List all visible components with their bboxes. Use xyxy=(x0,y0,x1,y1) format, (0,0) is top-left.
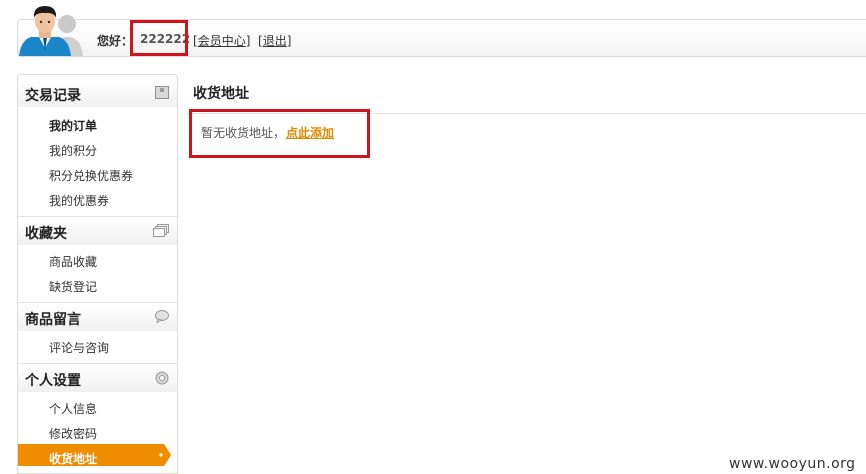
sidebar-item-change-password[interactable]: 修改密码 xyxy=(49,425,97,442)
sidebar-item-reviews[interactable]: 评论与咨询 xyxy=(49,339,109,356)
logout-link[interactable]: 退出 xyxy=(263,34,287,48)
sidebar-item-my-points[interactable]: 我的积分 xyxy=(49,142,97,159)
header-links: [会员中心] [退出] xyxy=(193,34,292,48)
sidebar-item-product-favorites[interactable]: 商品收藏 xyxy=(49,253,97,270)
watermark: www.wooyun.org xyxy=(729,456,856,472)
stack-icon xyxy=(153,224,169,237)
greeting-label: 您好： xyxy=(97,34,134,48)
sidebar-item-out-of-stock[interactable]: 缺货登记 xyxy=(49,278,97,295)
sidebar-item-personal-info[interactable]: 个人信息 xyxy=(49,400,97,417)
section-title: 交易记录 xyxy=(25,88,81,104)
speech-bubble-icon xyxy=(155,310,169,323)
sidebar-item-my-coupons[interactable]: 我的优惠券 xyxy=(49,192,109,209)
sidebar-item-redeem-coupons[interactable]: 积分兑换优惠券 xyxy=(49,167,133,184)
sidebar-section-personal-settings: 个人设置 xyxy=(18,363,177,392)
box-icon xyxy=(155,86,169,99)
highlight-box-empty-address xyxy=(189,109,370,158)
sidebar-section-transactions: 交易记录 xyxy=(18,79,177,107)
section-title: 个人设置 xyxy=(25,373,81,389)
section-title: 收藏夹 xyxy=(25,226,67,242)
sidebar: 交易记录 我的订单 我的积分 积分兑换优惠券 我的优惠券 收藏夹 商品收藏 缺货… xyxy=(17,74,178,474)
highlight-box-username xyxy=(130,20,188,56)
section-title: 商品留言 xyxy=(25,312,81,328)
member-center-link[interactable]: 会员中心 xyxy=(198,34,246,48)
user-avatar xyxy=(19,6,83,56)
sidebar-section-messages: 商品留言 xyxy=(18,302,177,331)
page-title: 收货地址 xyxy=(193,86,249,102)
gear-icon xyxy=(155,371,169,385)
sidebar-section-favorites: 收藏夹 xyxy=(18,216,177,245)
sidebar-item-my-orders[interactable]: 我的订单 xyxy=(49,117,97,134)
sidebar-item-shipping-address-label: 收货地址 xyxy=(49,452,98,466)
